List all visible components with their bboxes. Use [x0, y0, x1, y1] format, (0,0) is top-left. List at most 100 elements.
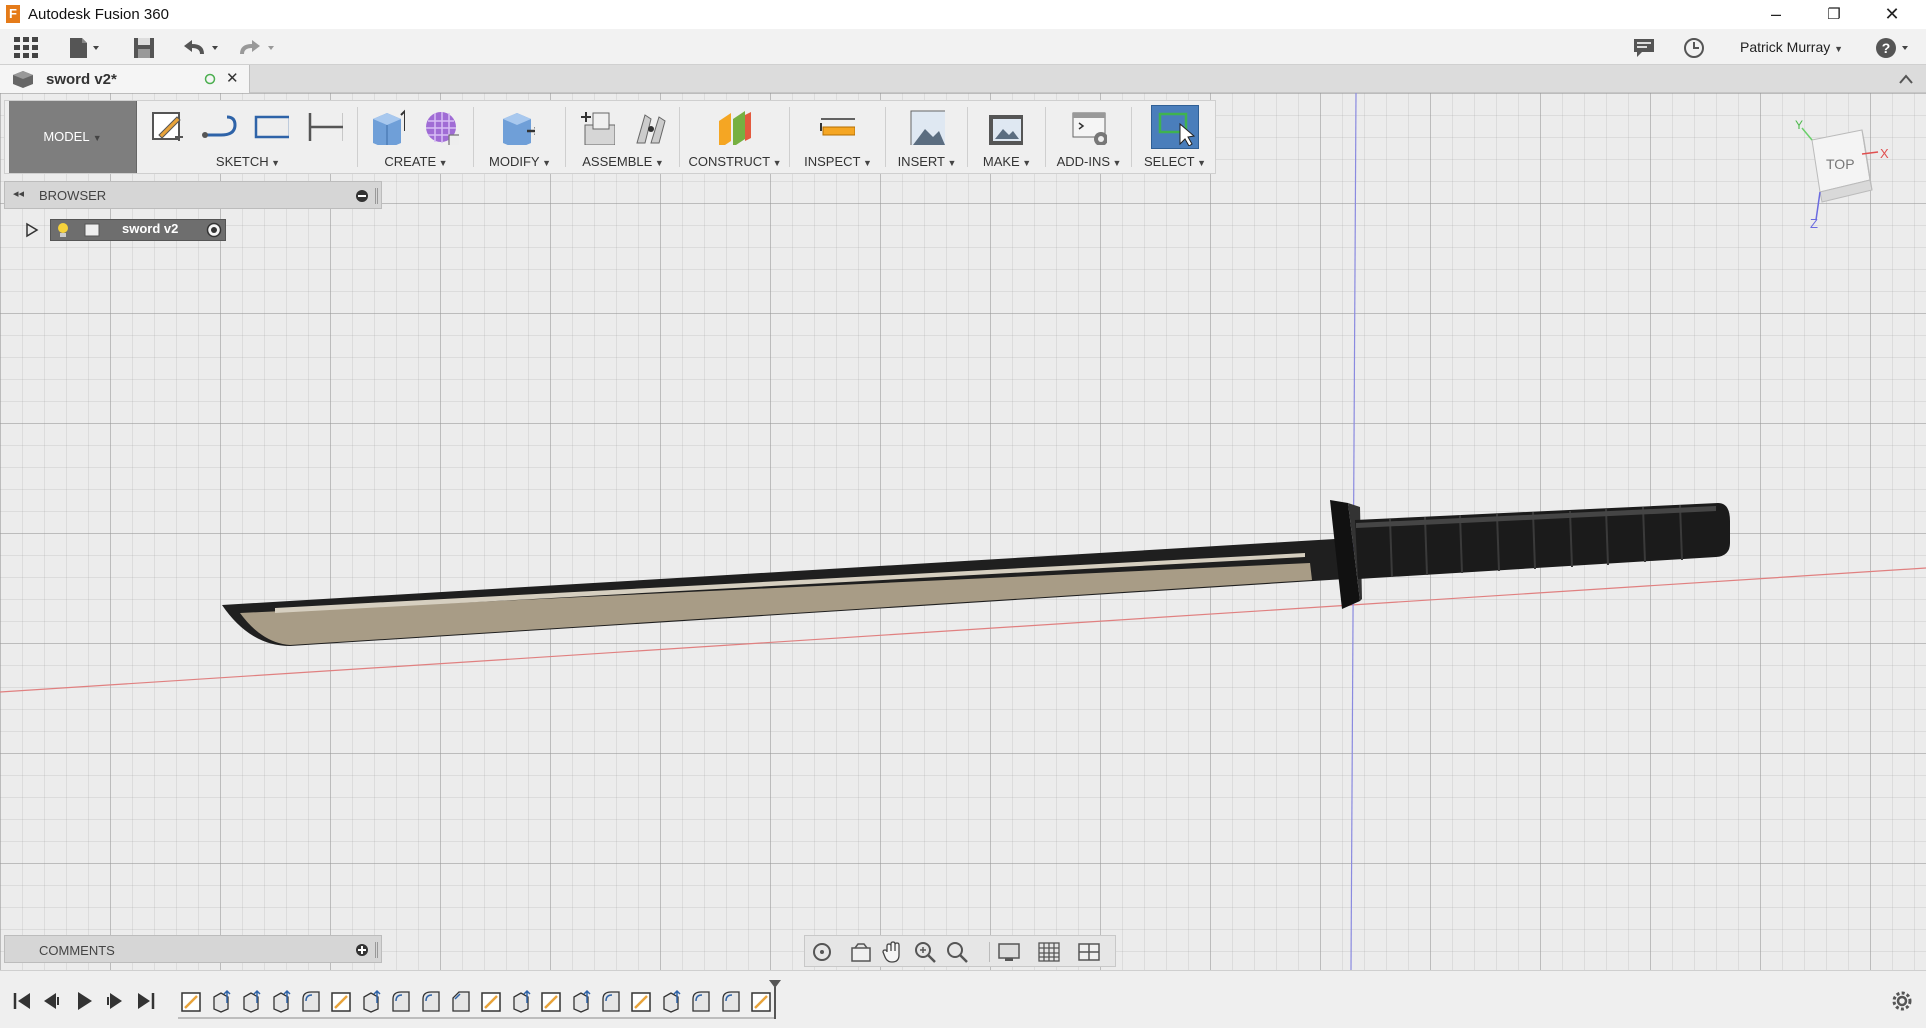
timeline-feature-fillet-icon[interactable] [600, 989, 622, 1013]
assemble-menu[interactable]: ASSEMBLE ▼ [569, 154, 677, 169]
new-component-icon[interactable] [579, 109, 615, 145]
file-menu-icon[interactable] [68, 36, 102, 60]
timeline-feature-sketch-icon[interactable] [630, 989, 652, 1013]
sketch-dimension-icon[interactable] [307, 109, 343, 145]
add-comment-icon[interactable] [355, 943, 369, 957]
offset-plane-icon[interactable] [715, 109, 751, 145]
joint-icon[interactable] [631, 109, 667, 145]
pan-hand-icon[interactable] [881, 940, 905, 964]
timeline-feature-extrude-icon[interactable] [570, 989, 592, 1013]
sketch-group: SKETCH ▼ [141, 101, 355, 173]
undo-icon[interactable] [182, 36, 224, 60]
measure-icon[interactable] [819, 109, 855, 145]
timeline-feature-extrude-icon[interactable] [360, 989, 382, 1013]
timeline-feature-extrude-icon[interactable] [510, 989, 532, 1013]
insert-menu[interactable]: INSERT ▼ [889, 154, 965, 169]
job-status-clock-icon[interactable] [1682, 36, 1706, 60]
form-tspline-icon[interactable] [423, 109, 459, 145]
user-account-menu[interactable]: Patrick Murray ▼ [1740, 39, 1844, 55]
comments-panel-header[interactable]: COMMENTS [4, 935, 382, 963]
browser-root-node[interactable]: sword v2 [50, 219, 230, 241]
modify-menu[interactable]: MODIFY ▼ [477, 154, 563, 169]
timeline-feature-fillet-icon[interactable] [300, 989, 322, 1013]
3d-canvas[interactable] [0, 93, 1926, 970]
close-tab-button[interactable]: ✕ [226, 69, 239, 87]
select-menu[interactable]: SELECT ▼ [1135, 154, 1215, 169]
expand-tree-chevron-icon[interactable] [24, 222, 40, 238]
display-settings-icon[interactable] [997, 940, 1021, 964]
timeline-feature-fillet-icon[interactable] [390, 989, 412, 1013]
timeline-feature-fillet-icon[interactable] [720, 989, 742, 1013]
look-at-icon[interactable] [849, 940, 873, 964]
z-axis-label: Z [1810, 216, 1818, 231]
extrude-icon[interactable] [369, 109, 405, 145]
browser-resize-handle[interactable] [375, 188, 378, 204]
make-menu[interactable]: MAKE ▼ [971, 154, 1043, 169]
insert-canvas-image-icon[interactable] [909, 109, 945, 145]
save-icon[interactable] [132, 36, 156, 60]
construct-menu[interactable]: CONSTRUCT ▼ [683, 154, 787, 169]
timeline-previous-icon[interactable] [40, 989, 64, 1013]
sketch-menu[interactable]: SKETCH ▼ [141, 154, 355, 169]
close-window-button[interactable]: ✕ [1864, 0, 1920, 29]
scripts-addins-icon[interactable] [1071, 109, 1107, 145]
rectangle-tool-icon[interactable] [253, 109, 289, 145]
timeline-feature-fillet-icon[interactable] [690, 989, 712, 1013]
insert-group: INSERT ▼ [889, 101, 965, 173]
collapse-browser-icon[interactable]: ◂◂ [13, 187, 24, 200]
browser-panel-header[interactable]: ◂◂ BROWSER [4, 181, 382, 209]
fusion-logo-icon: F [6, 5, 20, 23]
press-pull-icon[interactable] [499, 109, 535, 145]
view-cube[interactable]: TOP Y X Z [1792, 118, 1892, 231]
timeline-feature-extrude-icon[interactable] [240, 989, 262, 1013]
grid-settings-icon[interactable] [1037, 940, 1061, 964]
timeline-feature-fillet-icon[interactable] [420, 989, 442, 1013]
toolbar-separator [679, 107, 680, 167]
timeline [0, 970, 1926, 1028]
line-tool-icon[interactable] [201, 109, 237, 145]
restore-button[interactable]: ❐ [1806, 0, 1862, 29]
timeline-play-icon[interactable] [72, 989, 96, 1013]
notifications-icon[interactable] [1632, 37, 1656, 59]
timeline-feature-chamfer-icon[interactable] [450, 989, 472, 1013]
activate-radio-icon[interactable] [206, 222, 222, 238]
timeline-feature-sketch-icon[interactable] [330, 989, 352, 1013]
select-tool-active[interactable] [1151, 105, 1199, 149]
browser-minimize-icon[interactable] [355, 189, 369, 203]
timeline-feature-sketch-icon[interactable] [480, 989, 502, 1013]
zoom-window-icon[interactable] [945, 940, 969, 964]
minimize-button[interactable]: – [1748, 0, 1804, 29]
timeline-feature-extrude-icon[interactable] [660, 989, 682, 1013]
orbit-icon[interactable] [811, 940, 835, 964]
timeline-feature-extrude-icon[interactable] [270, 989, 292, 1013]
timeline-last-icon[interactable] [134, 989, 158, 1013]
create-menu[interactable]: CREATE ▼ [361, 154, 471, 169]
timeline-feature-extrude-icon[interactable] [210, 989, 232, 1013]
timeline-settings-gear-icon[interactable] [1890, 989, 1914, 1013]
svg-text:?: ? [1882, 40, 1891, 56]
addins-menu[interactable]: ADD-INS ▼ [1049, 154, 1129, 169]
comments-resize-handle[interactable] [375, 942, 378, 958]
toolbar-separator [1131, 107, 1132, 167]
make-group: MAKE ▼ [971, 101, 1043, 173]
redo-icon[interactable] [236, 36, 278, 60]
data-panel-grid-icon[interactable] [14, 37, 38, 59]
workspace-switcher[interactable]: MODEL ▼ [9, 101, 137, 173]
visibility-bulb-icon[interactable] [56, 222, 70, 238]
unsaved-indicator-icon [204, 73, 216, 85]
view-cube-face-label[interactable]: TOP [1826, 156, 1855, 172]
create-sketch-icon[interactable] [149, 109, 185, 145]
document-tab[interactable]: sword v2* ✕ [0, 65, 250, 93]
collapse-toolbar-chevron-icon[interactable] [1898, 73, 1914, 85]
timeline-first-icon[interactable] [10, 989, 34, 1013]
timeline-feature-sketch-icon[interactable] [540, 989, 562, 1013]
timeline-feature-sketch-icon[interactable] [180, 989, 202, 1013]
timeline-marker-handle[interactable] [768, 979, 782, 1021]
viewports-icon[interactable] [1077, 940, 1101, 964]
zoom-icon[interactable] [913, 940, 937, 964]
timeline-next-icon[interactable] [102, 989, 126, 1013]
3d-print-icon[interactable] [987, 109, 1023, 145]
addins-group: ADD-INS ▼ [1049, 101, 1129, 173]
inspect-menu[interactable]: INSPECT ▼ [793, 154, 883, 169]
help-icon[interactable]: ? [1874, 36, 1914, 60]
